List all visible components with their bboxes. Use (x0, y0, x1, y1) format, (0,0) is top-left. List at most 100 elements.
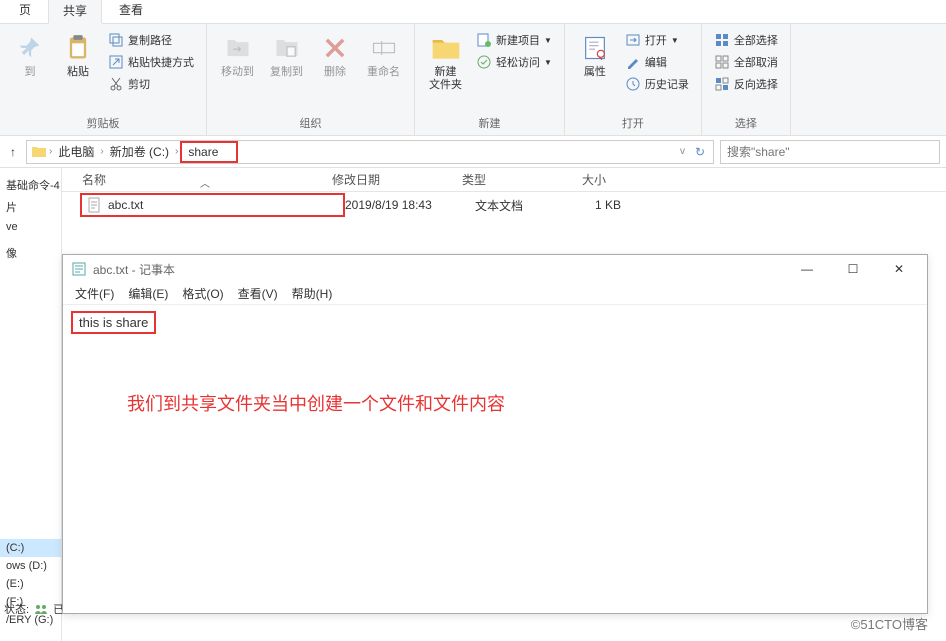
paste-button[interactable]: 粘贴 (56, 28, 100, 83)
ribbon-tabs: 页 共享 查看 (0, 0, 946, 24)
properties-button[interactable]: 属性 (573, 28, 617, 83)
invert-select-button[interactable]: 反向选择 (710, 74, 782, 94)
paste-icon (62, 32, 94, 64)
notepad-body[interactable]: this is share 我们到共享文件夹当中创建一个文件和文件内容 (63, 305, 927, 422)
col-size[interactable]: 大小 (582, 171, 702, 188)
annotation-text: 我们到共享文件夹当中创建一个文件和文件内容 (127, 390, 919, 416)
folder-icon (31, 144, 47, 160)
move-to-icon (222, 32, 254, 64)
history-button[interactable]: 历史记录 (621, 74, 693, 94)
group-label-select: 选择 (710, 113, 782, 133)
new-item-button[interactable]: 新建项目 ▼ (472, 30, 556, 50)
sidebar: 基础命令-4 片 ve 像 (C:) ows (D:) (E:) (F:) /E… (0, 168, 62, 641)
shortcut-icon (108, 54, 124, 70)
status-label: 状态: (4, 601, 29, 617)
open-button[interactable]: 打开 ▼ (621, 30, 693, 50)
pin-icon (14, 32, 46, 64)
chevron-right-icon[interactable]: › (100, 146, 103, 157)
open-icon (625, 32, 641, 48)
new-folder-button[interactable]: 新建 文件夹 (423, 28, 468, 96)
up-icon[interactable]: ↑ (6, 143, 20, 161)
col-type[interactable]: 类型 (462, 171, 582, 188)
close-button[interactable]: ✕ (879, 256, 919, 282)
file-size: 1 KB (595, 198, 715, 212)
new-folder-icon (430, 32, 462, 64)
copy-path-icon (108, 32, 124, 48)
text-file-icon (86, 197, 102, 213)
file-row[interactable]: abc.txt 2019/8/19 18:43 文本文档 1 KB (62, 192, 946, 218)
sidebar-drive-c[interactable]: (C:) (0, 539, 61, 557)
chevron-down-icon: ▼ (671, 36, 679, 45)
select-all-button[interactable]: 全部选择 (710, 30, 782, 50)
chevron-right-icon[interactable]: › (49, 146, 52, 157)
refresh-icon[interactable]: ↻ (691, 145, 709, 159)
properties-icon (579, 32, 611, 64)
ribbon-group-open: 属性 打开 ▼ 编辑 历史记录 打开 (565, 24, 702, 135)
crumb-this-pc[interactable]: 此电脑 (54, 143, 98, 160)
notepad-icon (71, 261, 87, 277)
deselect-button[interactable]: 全部取消 (710, 52, 782, 72)
rename-icon (368, 32, 400, 64)
edit-button[interactable]: 编辑 (621, 52, 693, 72)
new-item-icon (476, 32, 492, 48)
tab-share[interactable]: 共享 (48, 0, 102, 24)
shared-status-icon (33, 601, 49, 617)
ribbon-group-organize: 移动到 复制到 删除 重命名 组织 (207, 24, 415, 135)
chevron-down-icon: ▼ (544, 36, 552, 45)
sidebar-item[interactable]: 像 (0, 242, 61, 264)
chevron-right-icon[interactable]: › (175, 146, 178, 157)
paste-shortcut-button[interactable]: 粘贴快捷方式 (104, 52, 198, 72)
ribbon: 到 粘贴 复制路径 粘贴快捷方式 剪切 (0, 24, 946, 136)
easy-access-icon (476, 54, 492, 70)
col-date[interactable]: 修改日期 (332, 171, 462, 188)
menu-format[interactable]: 格式(O) (176, 283, 229, 304)
minimize-button[interactable]: — (787, 256, 827, 282)
address-bar: ↑ › 此电脑 › 新加卷 (C:) › share v ↻ (0, 136, 946, 168)
breadcrumb[interactable]: › 此电脑 › 新加卷 (C:) › share v ↻ (26, 140, 714, 164)
sidebar-drive-d[interactable]: ows (D:) (0, 557, 61, 575)
sidebar-item[interactable]: ve (0, 218, 61, 236)
notepad-menu: 文件(F) 编辑(E) 格式(O) 查看(V) 帮助(H) (63, 283, 927, 305)
crumb-folder[interactable]: share (180, 141, 238, 163)
ribbon-group-select: 全部选择 全部取消 反向选择 选择 (702, 24, 791, 135)
dropdown-icon[interactable]: v (676, 146, 689, 157)
copy-to-icon (271, 32, 303, 64)
edit-icon (625, 54, 641, 70)
pin-button[interactable]: 到 (8, 28, 52, 83)
collapse-icon[interactable]: ︿ (200, 175, 210, 190)
invert-icon (714, 76, 730, 92)
delete-icon (319, 32, 351, 64)
copy-path-button[interactable]: 复制路径 (104, 30, 198, 50)
search-box[interactable] (720, 140, 940, 164)
tab-page[interactable]: 页 (4, 0, 46, 23)
move-to-button[interactable]: 移动到 (215, 28, 260, 83)
menu-edit[interactable]: 编辑(E) (122, 283, 174, 304)
history-icon (625, 76, 641, 92)
crumb-drive[interactable]: 新加卷 (C:) (106, 143, 173, 160)
list-header: 名称 修改日期 类型 大小 (62, 168, 946, 192)
sidebar-top[interactable]: 基础命令-4 (0, 174, 61, 196)
chevron-down-icon: ▼ (544, 58, 552, 67)
notepad-title: abc.txt - 记事本 (93, 261, 175, 278)
file-type: 文本文档 (475, 197, 595, 214)
easy-access-button[interactable]: 轻松访问 ▼ (472, 52, 556, 72)
rename-button[interactable]: 重命名 (361, 28, 406, 83)
menu-file[interactable]: 文件(F) (69, 283, 120, 304)
menu-help[interactable]: 帮助(H) (286, 283, 339, 304)
ribbon-group-new: 新建 文件夹 新建项目 ▼ 轻松访问 ▼ 新建 (415, 24, 565, 135)
sidebar-drive-e[interactable]: (E:) (0, 575, 61, 593)
group-label-open: 打开 (573, 113, 693, 133)
menu-view[interactable]: 查看(V) (232, 283, 284, 304)
col-name[interactable]: 名称 (62, 171, 332, 188)
search-input[interactable] (727, 145, 933, 159)
cut-button[interactable]: 剪切 (104, 74, 198, 94)
group-label-clipboard: 剪贴板 (8, 113, 198, 133)
sidebar-item[interactable]: 片 (0, 196, 61, 218)
maximize-button[interactable]: ☐ (833, 256, 873, 282)
tab-view[interactable]: 查看 (104, 0, 158, 23)
notepad-titlebar[interactable]: abc.txt - 记事本 — ☐ ✕ (63, 255, 927, 283)
delete-button[interactable]: 删除 (313, 28, 357, 83)
copy-to-button[interactable]: 复制到 (264, 28, 309, 83)
notepad-content: this is share (71, 311, 156, 334)
watermark: ©51CTO博客 (851, 614, 928, 633)
